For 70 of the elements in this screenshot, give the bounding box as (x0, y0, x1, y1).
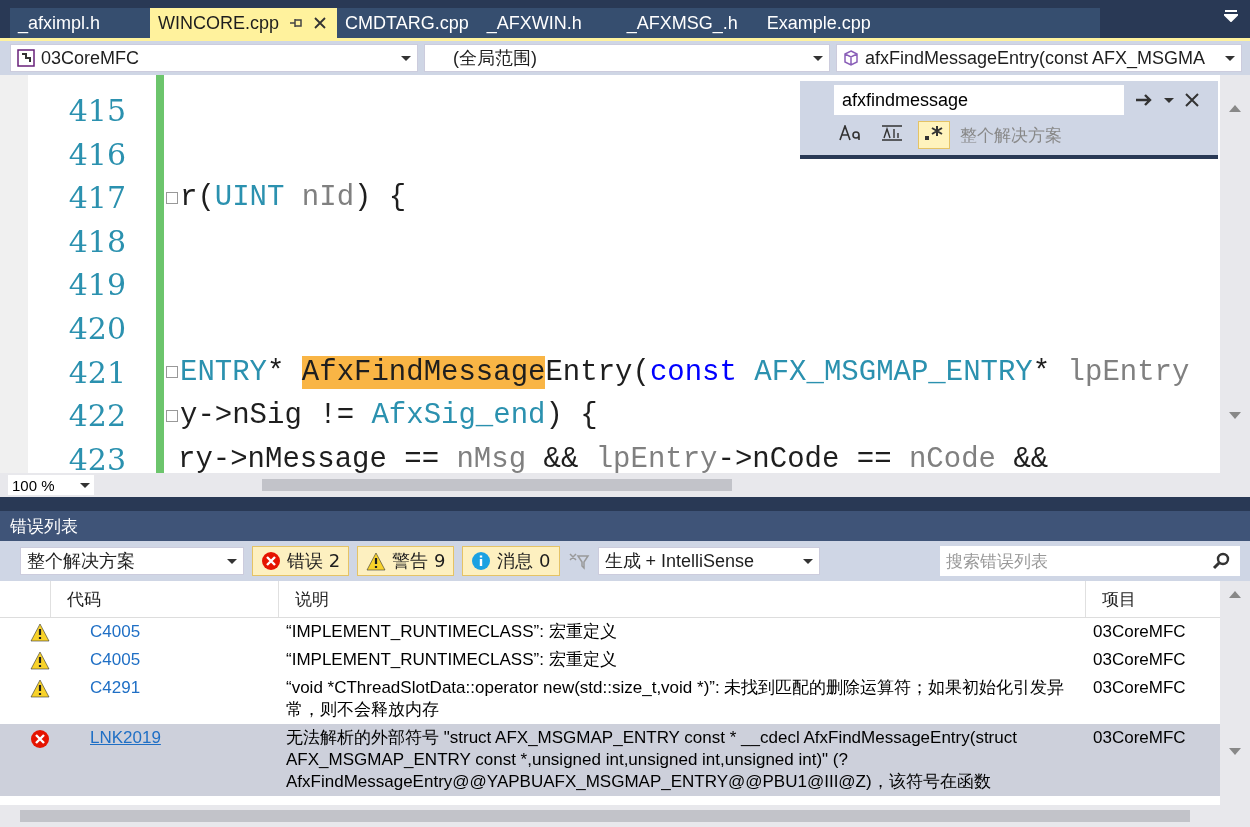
regex-toggle[interactable] (918, 121, 950, 149)
project-cell-text: 03CoreMFC (1092, 649, 1187, 671)
project-icon (17, 49, 35, 67)
project-cell-text: 03CoreMFC (1092, 621, 1187, 643)
vertical-scrollbar[interactable] (1220, 581, 1250, 805)
file-tab[interactable]: _AFXWIN.h (478, 8, 619, 38)
description-cell-text: 无法解析的外部符号 "struct AFX_MSGMAP_ENTRY const * __cdecl AfxFindMessageEntry(struct AFX_MSGMAP_ENTRY const *,unsigned int,unsigned int,unsigned int)" (?AfxFindMessageEntry@@YAPBUAFX_MSGMAP_ENTRY@@PBU1@III@Z)，该符号在函数 (285, 727, 1018, 793)
warning-icon (30, 651, 50, 670)
filter-toggle[interactable]: 警告 9 (357, 546, 455, 576)
code-line: ENTRY* AfxFindMessageEntry(const AFX_MSGMAP_ENTRY* lpEntry (180, 355, 1190, 389)
warning-icon (366, 551, 387, 571)
line-number: 418 (67, 222, 127, 261)
line-number: 416 (67, 135, 127, 174)
error-code-link[interactable]: C4005 (90, 650, 141, 669)
line-number: 420 (67, 309, 127, 348)
fold-icon[interactable] (166, 192, 178, 204)
find-field[interactable]: afxfindmessage (834, 85, 1124, 115)
file-tab[interactable]: _AFXMSG_.h (618, 8, 759, 38)
zoom-dropdown[interactable]: 100 % (8, 475, 94, 495)
vertical-scrollbar[interactable] (1220, 75, 1250, 473)
line-number: 421 (67, 353, 127, 392)
dropdown-icon[interactable] (1224, 10, 1238, 22)
regex-icon (923, 124, 945, 142)
scrollbar-thumb[interactable] (262, 479, 732, 491)
code-line: y->nSig != AfxSig_end) { (180, 399, 598, 433)
warning-icon (30, 679, 50, 698)
scope-dropdown[interactable]: (全局范围) (424, 44, 830, 72)
line-number: 419 (67, 266, 127, 305)
error-icon (30, 729, 50, 749)
member-dropdown[interactable]: afxFindMessageEntry(const AFX_MSGMA (836, 44, 1242, 72)
line-number: 422 (67, 397, 127, 436)
search-field[interactable]: 搜索错误列表 (940, 546, 1240, 576)
close-icon[interactable] (1184, 92, 1200, 108)
scope-dropdown[interactable]: 整个解决方案 (20, 547, 244, 575)
pin-icon[interactable] (289, 17, 304, 29)
error-icon (261, 551, 281, 571)
fold-icon[interactable] (166, 409, 178, 422)
file-tab[interactable]: CMDTARG.cpp (337, 8, 479, 38)
column-header[interactable]: 代码 (50, 581, 278, 617)
fold-icon[interactable] (166, 366, 178, 379)
source-dropdown[interactable]: 生成 + IntelliSense (597, 547, 820, 575)
line-number: 415 (67, 92, 127, 130)
file-tab[interactable]: _afximpl.h (10, 8, 150, 38)
match-case-icon (839, 125, 861, 141)
scrollbar-thumb[interactable] (20, 810, 1190, 822)
filter-toggle[interactable]: 错误 2 (252, 546, 350, 576)
file-tab[interactable]: WINCORE.cpp (150, 8, 338, 38)
project-cell-text: 03CoreMFC (1092, 677, 1187, 699)
error-code-link[interactable]: C4005 (90, 622, 141, 641)
warning-icon (30, 623, 50, 642)
code-line: ry->nMessage == nMsg && lpEntry->nCode == nCode && (178, 443, 1049, 473)
search-icon[interactable] (1212, 552, 1232, 570)
line-number: 417 (67, 179, 127, 218)
cube-icon (843, 50, 859, 66)
code-line: r(UINT nId) { (180, 181, 407, 215)
project-cell-text: 03CoreMFC (1092, 727, 1187, 749)
project-dropdown[interactable]: 03CoreMFC (10, 44, 418, 72)
arrow-icon[interactable] (1134, 92, 1154, 108)
info-icon (471, 551, 492, 571)
description-cell-text: “IMPLEMENT_RUNTIMECLASS”: 宏重定义 (285, 621, 618, 643)
close-icon[interactable] (313, 16, 328, 30)
whole-word-icon (881, 125, 903, 141)
filter-toggle[interactable]: 消息 0 (462, 546, 560, 576)
column-header[interactable]: 说明 (278, 581, 1085, 617)
file-tab[interactable]: Example.cpp (758, 8, 899, 38)
line-number: 423 (67, 440, 127, 473)
description-cell-text: “void *CThreadSlotData::operator new(std::size_t,void *)”: 未找到匹配的删除运算符；如果初始化引发异常，则不会释放内存 (285, 677, 1066, 721)
description-cell-text: “IMPLEMENT_RUNTIMECLASS”: 宏重定义 (285, 649, 618, 671)
error-code-link[interactable]: C4291 (90, 678, 141, 697)
panel-title: 错误列表 (10, 514, 79, 538)
